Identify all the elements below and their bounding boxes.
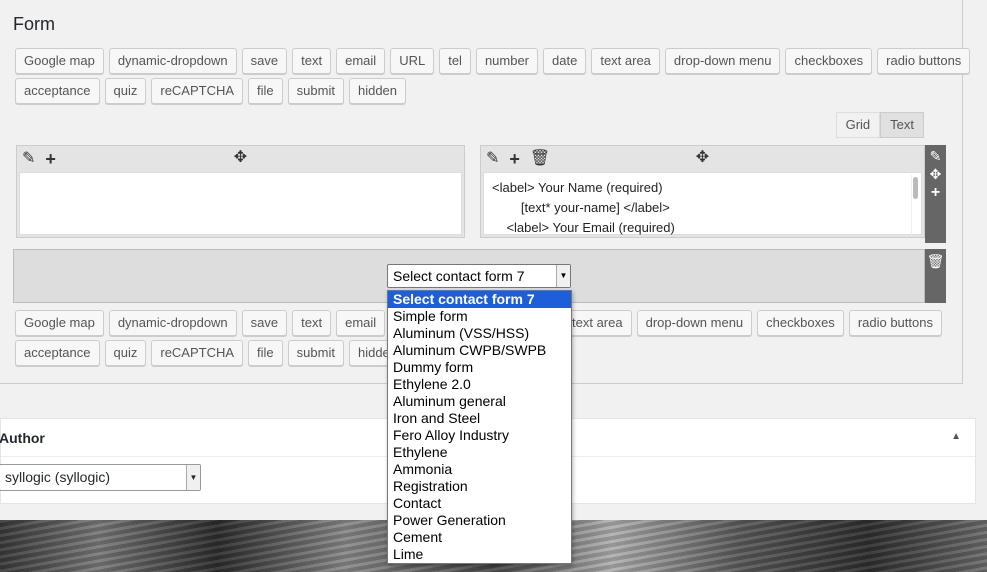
dropdown-option[interactable]: Simple form xyxy=(388,308,571,325)
tag-button[interactable]: Google map xyxy=(15,48,104,74)
tag-button[interactable]: number xyxy=(475,48,539,74)
dropdown-option[interactable]: Fero Alloy Industry xyxy=(388,427,571,444)
dropdown-option[interactable]: Ethylene 2.0 xyxy=(388,376,571,393)
trash-icon[interactable]: 🗑 xyxy=(927,254,945,303)
tag-button[interactable]: URL xyxy=(390,48,435,74)
tag-button[interactable]: reCAPTCHA xyxy=(151,340,244,366)
tag-button[interactable]: text area xyxy=(563,310,632,336)
dropdown-option[interactable]: Cement xyxy=(388,529,571,546)
tag-button[interactable]: reCAPTCHA xyxy=(151,78,244,104)
tag-button[interactable]: email xyxy=(336,48,386,74)
dropdown-option[interactable]: Aluminum general xyxy=(388,393,571,410)
tag-button[interactable]: radio buttons xyxy=(848,310,942,336)
tag-button[interactable]: dynamic-dropdown xyxy=(108,310,237,336)
tag-button[interactable]: tel xyxy=(439,48,471,74)
tag-button[interactable]: acceptance xyxy=(15,340,100,366)
row-tools: 🗑 xyxy=(925,249,946,303)
form-code-text[interactable]: <label> Your Name (required) [text* your… xyxy=(484,173,921,243)
tag-button[interactable]: date xyxy=(543,48,587,74)
tag-button[interactable]: text xyxy=(292,48,332,74)
dropdown-option[interactable]: Aluminum (VSS/HSS) xyxy=(388,325,571,342)
plus-icon[interactable]: + xyxy=(45,150,56,168)
contact-form-select[interactable]: Select contact form 7 ▼ xyxy=(387,264,571,288)
lower-tag-row-1-right: text area drop-down menu checkboxes radio b… xyxy=(563,310,942,336)
tag-button[interactable]: hidden xyxy=(348,78,407,104)
form-row-1: ✎ + ✥ ✎ + 🗑 ✥ <label> Your Name (require… xyxy=(13,145,946,241)
grid-view-button[interactable]: Grid xyxy=(835,112,881,138)
tag-row-1: Google map dynamic-dropdown save text email U… xyxy=(15,48,971,74)
tag-button[interactable]: email xyxy=(336,310,386,336)
move-icon[interactable]: ✥ xyxy=(234,150,247,166)
column-content[interactable] xyxy=(19,172,462,235)
author-select[interactable]: syllogic (syllogic) ▼ xyxy=(0,464,201,491)
column-right: ✎ + 🗑 ✥ <label> Your Name (required) [te… xyxy=(480,145,925,238)
tag-button[interactable]: text area xyxy=(591,48,660,74)
pencil-icon[interactable]: ✎ xyxy=(930,149,942,163)
lower-tag-row-2: acceptance quiz reCAPTCHA file submit hidden xyxy=(15,340,407,366)
author-value: syllogic (syllogic) xyxy=(5,469,111,485)
tag-button[interactable]: save xyxy=(241,310,288,336)
tag-button[interactable]: submit xyxy=(287,78,344,104)
move-icon[interactable]: ✥ xyxy=(696,150,709,166)
tag-button[interactable]: file xyxy=(248,78,283,104)
column-left: ✎ + ✥ xyxy=(16,145,465,238)
code-line: <label> Your Name (required) xyxy=(492,180,663,195)
plus-icon[interactable]: + xyxy=(931,185,940,201)
code-line: <label> Your Email (required) xyxy=(492,220,675,235)
tag-row-2: acceptance quiz reCAPTCHA file submit hidden xyxy=(15,78,407,104)
column-content[interactable]: <label> Your Name (required) [text* your… xyxy=(483,172,922,235)
tag-button[interactable]: save xyxy=(241,48,288,74)
tag-button[interactable]: quiz xyxy=(104,78,147,104)
chevron-down-icon[interactable]: ▼ xyxy=(556,265,570,287)
tag-button[interactable]: Google map xyxy=(15,310,104,336)
pencil-icon[interactable]: ✎ xyxy=(486,151,499,167)
dropdown-option[interactable]: Contact xyxy=(388,495,571,512)
code-line: [text* your-name] </label> xyxy=(492,200,670,215)
trash-icon[interactable]: 🗑 xyxy=(530,151,550,167)
lower-tag-row-1: Google mapdynamic-dropdownsavetextemailU xyxy=(15,310,418,336)
author-title: Author xyxy=(0,430,45,446)
dropdown-option[interactable]: Ethylene xyxy=(388,444,571,461)
dropdown-option[interactable]: Iron and Steel xyxy=(388,410,571,427)
tag-button[interactable]: drop-down menu xyxy=(664,48,781,74)
pencil-icon[interactable]: ✎ xyxy=(22,151,35,167)
tag-button[interactable]: submit xyxy=(287,340,344,366)
form-title: Form xyxy=(13,14,55,34)
tag-button[interactable]: acceptance xyxy=(15,78,100,104)
row-tools: ✎ ✥ + xyxy=(925,145,946,243)
scrollbar[interactable] xyxy=(911,175,919,235)
dropdown-option[interactable]: Registration xyxy=(388,478,571,495)
dropdown-option[interactable]: Aluminum CWPB/SWPB xyxy=(388,342,571,359)
tag-button[interactable]: dynamic-dropdown xyxy=(108,48,237,74)
select-value: Select contact form 7 xyxy=(393,268,525,284)
tag-button[interactable]: quiz xyxy=(104,340,147,366)
dropdown-option[interactable]: Select contact form 7 xyxy=(388,291,571,308)
plus-icon[interactable]: + xyxy=(509,150,520,168)
tag-button[interactable]: radio buttons xyxy=(877,48,971,74)
column-toolbar: ✎ + 🗑 ✥ xyxy=(481,146,924,172)
dropdown-option[interactable]: Lime xyxy=(388,546,571,563)
column-toolbar: ✎ + ✥ xyxy=(17,146,464,172)
view-toggle: Grid Text xyxy=(835,112,924,138)
triangle-up-icon[interactable]: ▲ xyxy=(951,431,961,442)
chevron-down-icon[interactable]: ▼ xyxy=(186,465,200,490)
move-icon[interactable]: ✥ xyxy=(930,167,942,181)
contact-form-dropdown: Select contact form 7 Simple form Aluminum… xyxy=(387,290,572,564)
tag-button[interactable]: drop-down menu xyxy=(636,310,753,336)
dropdown-option[interactable]: Power Generation xyxy=(388,512,571,529)
text-view-button[interactable]: Text xyxy=(880,112,924,138)
tag-button[interactable]: checkboxes xyxy=(757,310,844,336)
tag-button[interactable]: checkboxes xyxy=(785,48,873,74)
dropdown-option[interactable]: Dummy form xyxy=(388,359,571,376)
tag-button[interactable]: text xyxy=(292,310,332,336)
dropdown-option[interactable]: Ammonia xyxy=(388,461,571,478)
tag-button[interactable]: file xyxy=(248,340,283,366)
